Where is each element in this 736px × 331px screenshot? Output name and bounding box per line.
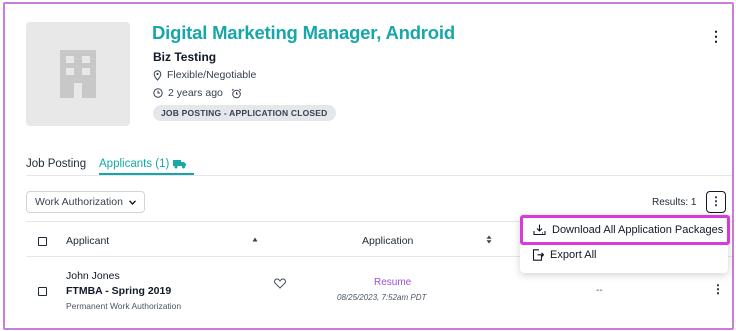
more-options-icon[interactable]: ⋮ xyxy=(709,28,723,45)
building-icon xyxy=(60,50,96,98)
results-more-options-button[interactable]: ⋮ xyxy=(706,191,726,213)
posted-row: 2 years ago xyxy=(153,87,242,99)
chevron-down-icon xyxy=(128,199,136,205)
select-all-checkbox[interactable] xyxy=(38,237,47,246)
job-card: Digital Marketing Manager, Android Biz T… xyxy=(12,8,732,330)
empty-cell: -- xyxy=(596,285,603,296)
sort-asc-icon[interactable] xyxy=(252,237,258,242)
applicant-column-header[interactable]: Applicant xyxy=(66,235,109,247)
results-count: Results: 1 xyxy=(652,197,697,208)
company-logo xyxy=(26,22,130,126)
applicant-program: FTMBA - Spring 2019 xyxy=(66,285,172,297)
job-title[interactable]: Digital Marketing Manager, Android xyxy=(152,22,455,44)
location-row: Flexible/Negotiable xyxy=(153,69,256,81)
tab-applicants-label: Applicants (1) xyxy=(99,158,170,170)
resume-link[interactable]: Resume xyxy=(374,277,411,288)
posted-text: 2 years ago xyxy=(168,87,223,99)
export-all-menu-item[interactable]: Export All xyxy=(532,245,596,265)
tabs-divider xyxy=(26,175,732,176)
status-badge: JOB POSTING - APPLICATION CLOSED xyxy=(153,105,336,121)
download-all-label: Download All Application Packages xyxy=(552,224,724,236)
download-all-packages-menu-item[interactable]: Download All Application Packages xyxy=(520,215,730,245)
filter-label: Work Authorization xyxy=(35,196,123,208)
application-column-header[interactable]: Application xyxy=(362,235,413,247)
sort-icon[interactable] xyxy=(486,235,492,244)
truck-icon xyxy=(173,160,187,169)
work-authorization-filter[interactable]: Work Authorization xyxy=(26,191,145,213)
applicant-name[interactable]: John Jones xyxy=(66,270,120,282)
applicant-authorization: Permanent Work Authorization xyxy=(66,301,182,311)
location-pin-icon xyxy=(153,69,162,81)
tab-job-posting[interactable]: Job Posting xyxy=(26,158,86,170)
alarm-icon xyxy=(231,88,242,98)
company-name: Biz Testing xyxy=(153,50,217,64)
row-more-options-icon[interactable]: ⋮ xyxy=(712,282,724,296)
export-icon xyxy=(532,249,544,261)
tab-applicants[interactable]: Applicants (1) xyxy=(99,158,187,170)
location-text: Flexible/Negotiable xyxy=(167,69,257,81)
favorite-heart-icon[interactable] xyxy=(274,278,286,289)
row-checkbox[interactable] xyxy=(38,287,47,296)
resume-date: 08/25/2023, 7:52am PDT xyxy=(337,293,427,302)
download-icon xyxy=(533,224,546,236)
clock-icon xyxy=(153,88,163,98)
export-all-label: Export All xyxy=(550,249,597,261)
